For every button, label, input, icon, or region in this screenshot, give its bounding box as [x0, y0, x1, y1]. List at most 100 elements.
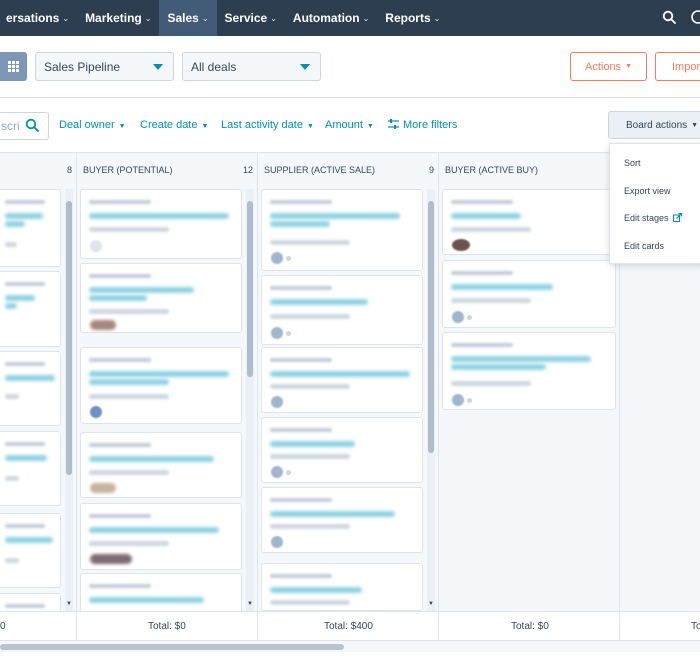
deal-card[interactable]	[0, 189, 61, 267]
deal-card[interactable]	[261, 275, 423, 345]
deal-card[interactable]	[80, 503, 242, 570]
column-divider	[619, 612, 620, 641]
nav-sales[interactable]: Sales ⌄	[159, 0, 217, 36]
board-actions-menu: Sort Export view Edit stages Edit cards	[609, 143, 700, 264]
horizontal-scroll-thumb[interactable]	[0, 644, 344, 650]
deal-card[interactable]	[261, 347, 423, 413]
deal-card[interactable]	[0, 351, 61, 426]
more-filters-button[interactable]: More filters	[388, 119, 457, 131]
deal-card[interactable]	[80, 347, 242, 424]
column-totals-bar: 0 Total: $0 Total: $400 Total: $0 To	[0, 611, 700, 641]
column-scrollbar[interactable]: ▼	[427, 189, 435, 635]
column-total: Total: $400	[324, 621, 373, 632]
column-divider	[438, 612, 439, 641]
deal-card[interactable]	[442, 189, 616, 255]
deal-card[interactable]	[80, 263, 242, 333]
column-divider	[438, 153, 439, 641]
column-title: BUYER (POTENTIAL)	[83, 164, 173, 175]
column-total: Total: $0	[148, 621, 186, 632]
column-scrollbar[interactable]: ▼	[65, 189, 73, 635]
filter-create-date[interactable]: Create date ▼	[140, 119, 208, 131]
column-title: SUPPLIER (ACTIVE SALE)	[264, 164, 376, 175]
caret-down-icon: ▼	[118, 123, 126, 130]
deal-card[interactable]	[442, 332, 616, 410]
menu-item-edit-stages-label: Edit stages	[624, 213, 669, 223]
menu-item-edit-stages[interactable]: Edit stages	[624, 212, 683, 223]
help-icon[interactable]	[690, 9, 700, 25]
top-navigation: ersations ⌄ Marketing ⌄ Sales ⌄ Service ⌄ Au…	[0, 0, 700, 36]
pipeline-select-value: Sales Pipeline	[44, 59, 121, 74]
nav-service[interactable]: Service ⌄	[217, 0, 285, 36]
external-link-icon	[673, 212, 683, 222]
deal-card[interactable]	[261, 189, 423, 271]
menu-item-edit-cards[interactable]: Edit cards	[624, 241, 664, 251]
caret-down-icon: ▼	[691, 121, 699, 129]
board-view-toggle[interactable]	[0, 52, 27, 81]
filter-deal-owner[interactable]: Deal owner ▼	[59, 119, 126, 131]
column-title: BUYER (ACTIVE BUY)	[445, 164, 539, 175]
search-icon	[25, 118, 39, 132]
deal-card[interactable]	[261, 563, 423, 611]
deal-board: 8 BUYER (POTENTIAL) 12 SUPPLIER (ACTIVE …	[0, 153, 700, 641]
deal-card[interactable]	[442, 260, 616, 328]
chevron-down-icon: ⌄	[62, 13, 70, 23]
grid-icon	[8, 61, 19, 72]
pipeline-select[interactable]: Sales Pipeline	[35, 52, 174, 81]
pipeline-toolbar: Sales Pipeline All deals Actions ▼ Impor	[0, 36, 700, 98]
column-count: 12	[242, 165, 253, 175]
nav-reports[interactable]: Reports ⌄	[377, 0, 448, 36]
menu-item-export-view[interactable]: Export view	[624, 186, 671, 196]
column-total: To	[691, 621, 700, 632]
column-total: Total: $0	[511, 621, 549, 632]
sliders-icon	[388, 119, 399, 129]
deal-card[interactable]	[0, 271, 61, 347]
scroll-down-arrow-icon[interactable]: ▼	[65, 601, 73, 607]
deal-card[interactable]	[80, 189, 242, 259]
menu-item-sort[interactable]: Sort	[624, 158, 641, 168]
deal-card[interactable]	[0, 513, 61, 588]
column-divider	[257, 153, 258, 641]
board-actions-button[interactable]: Board actions ▼	[608, 111, 700, 139]
caret-down-icon: ▼	[306, 123, 314, 130]
scroll-down-arrow-icon[interactable]: ▼	[246, 601, 254, 607]
nav-marketing[interactable]: Marketing ⌄	[77, 0, 159, 36]
column-scrollbar[interactable]: ▼	[246, 189, 254, 635]
nav-conversations[interactable]: ersations ⌄	[0, 0, 77, 36]
deal-card[interactable]	[0, 431, 61, 506]
column-header: BUYER (ACTIVE BUY)	[445, 153, 615, 186]
filter-last-activity-date[interactable]: Last activity date ▼	[221, 119, 314, 131]
column-header: SUPPLIER (ACTIVE SALE) 9	[264, 153, 434, 186]
column-count: 8	[66, 165, 72, 175]
search-icon[interactable]	[662, 10, 676, 24]
deal-card[interactable]	[261, 417, 423, 483]
chevron-down-icon: ⌄	[433, 13, 441, 23]
chevron-down-icon: ⌄	[144, 13, 152, 23]
column-divider	[76, 612, 77, 641]
caret-down-icon: ▼	[366, 123, 374, 130]
deals-view-select[interactable]: All deals	[182, 52, 321, 81]
board-horizontal-scrollbar[interactable]	[0, 640, 700, 652]
nav-automation[interactable]: Automation ⌄	[285, 0, 377, 36]
column-divider	[76, 153, 77, 641]
column-divider	[257, 612, 258, 641]
column-total: 0	[0, 621, 6, 632]
filter-bar: scri Deal owner ▼ Create date ▼ Last activ…	[0, 99, 700, 153]
actions-button[interactable]: Actions ▼	[570, 52, 647, 81]
deals-select-value: All deals	[191, 59, 237, 74]
scroll-down-arrow-icon[interactable]: ▼	[427, 601, 435, 607]
caret-down-icon	[300, 64, 310, 70]
filter-amount[interactable]: Amount ▼	[325, 119, 374, 131]
caret-down-icon	[153, 64, 163, 70]
deal-card[interactable]	[261, 487, 423, 553]
caret-down-icon: ▼	[201, 123, 209, 130]
chevron-down-icon: ⌄	[270, 13, 277, 23]
caret-down-icon: ▼	[625, 63, 632, 70]
deal-search-input[interactable]: scri	[0, 112, 49, 140]
deal-card[interactable]	[80, 432, 242, 498]
column-header: 8	[0, 153, 72, 186]
chevron-down-icon: ⌄	[362, 13, 370, 23]
column-header: BUYER (POTENTIAL) 12	[83, 153, 253, 186]
chevron-down-icon: ⌄	[201, 13, 209, 23]
column-count: 9	[428, 165, 434, 175]
import-button[interactable]: Impor	[655, 52, 700, 81]
